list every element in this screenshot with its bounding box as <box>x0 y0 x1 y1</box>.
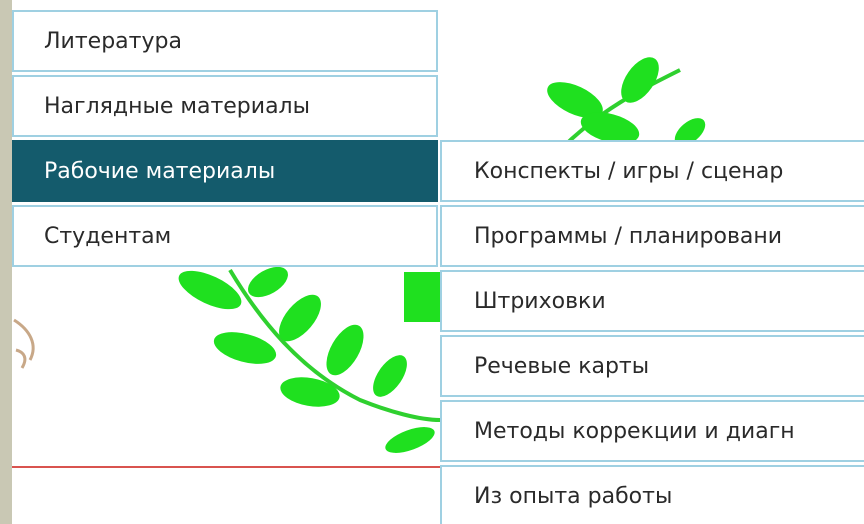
submenu-item-programs-planning[interactable]: Программы / планировани <box>440 205 864 267</box>
submenu-item-label: Штриховки <box>474 288 606 314</box>
menu-item-working-materials[interactable]: Рабочие материалы <box>12 140 438 202</box>
page: Литература Наглядные материалы Рабочие м… <box>0 0 864 524</box>
submenu-item-label: Речевые карты <box>474 353 650 379</box>
submenu-item-correction-methods[interactable]: Методы коррекции и диагн <box>440 400 864 462</box>
submenu-item-work-experience[interactable]: Из опыта работы <box>440 465 864 524</box>
submenu-item-label: Программы / планировани <box>474 223 783 249</box>
menu-item-students[interactable]: Студентам <box>12 205 438 267</box>
red-divider-line <box>12 466 440 468</box>
menu-item-label: Литература <box>44 28 182 54</box>
main-menu: Литература Наглядные материалы Рабочие м… <box>12 10 438 270</box>
menu-item-literature[interactable]: Литература <box>12 10 438 72</box>
menu-item-label: Студентам <box>44 223 172 249</box>
submenu-item-speech-cards[interactable]: Речевые карты <box>440 335 864 397</box>
submenu-working-materials: Конспекты / игры / сценар Программы / пл… <box>440 140 864 524</box>
submenu-item-notes-games-scripts[interactable]: Конспекты / игры / сценар <box>440 140 864 202</box>
menu-item-visual-materials[interactable]: Наглядные материалы <box>12 75 438 137</box>
submenu-item-label: Конспекты / игры / сценар <box>474 158 784 184</box>
submenu-item-shading[interactable]: Штриховки <box>440 270 864 332</box>
menu-item-label: Наглядные материалы <box>44 93 310 119</box>
menu-item-label: Рабочие материалы <box>44 158 276 184</box>
submenu-item-label: Методы коррекции и диагн <box>474 418 795 444</box>
submenu-item-label: Из опыта работы <box>474 483 673 509</box>
